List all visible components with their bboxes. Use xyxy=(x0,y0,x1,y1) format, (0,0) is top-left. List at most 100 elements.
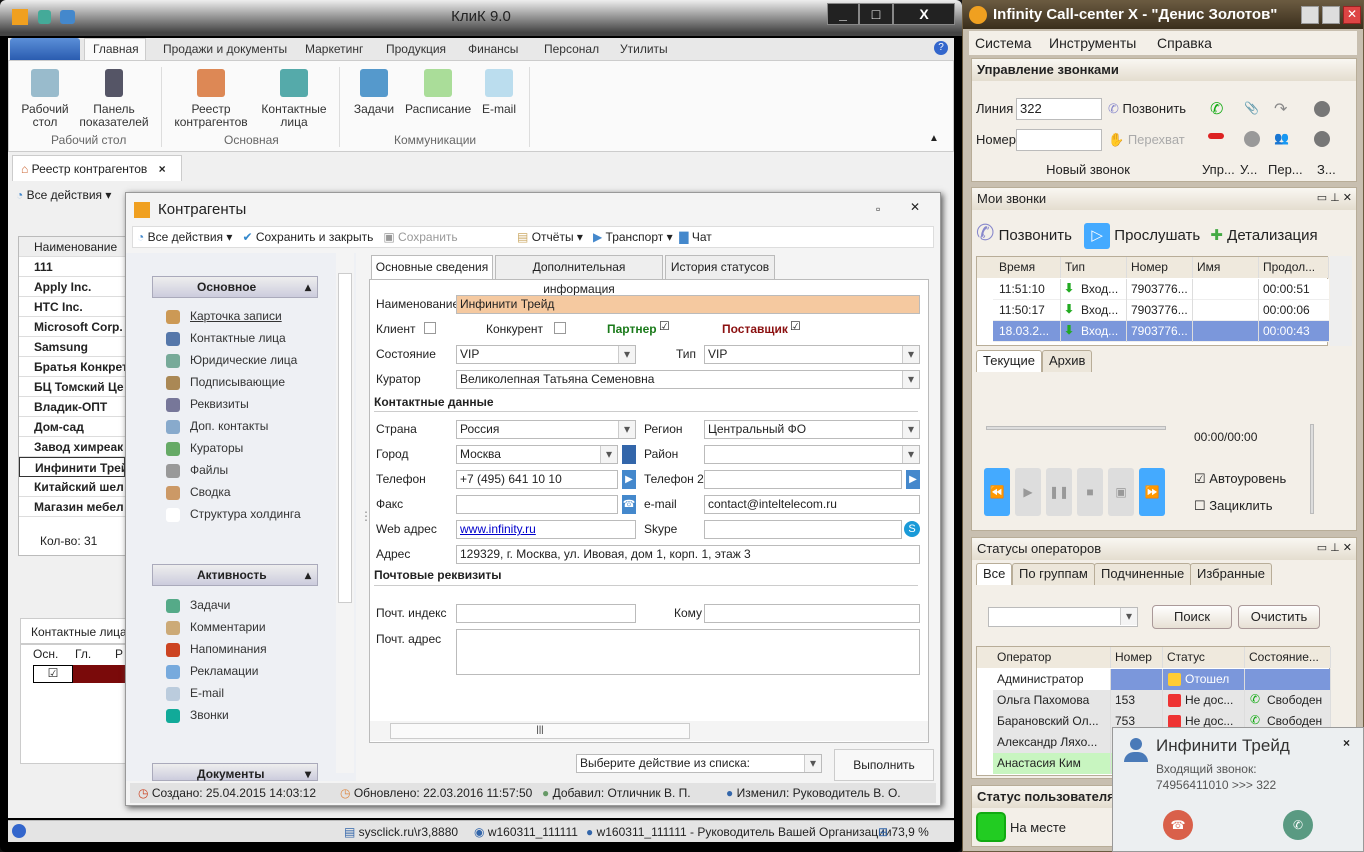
save-button[interactable]: ▣ xyxy=(1108,468,1134,516)
panel-buttons[interactable]: ▭ ⊥ ✕ xyxy=(1317,541,1352,554)
call-button[interactable]: ✆ Позвонить xyxy=(1108,101,1186,117)
chat-button[interactable]: ▇ Чат xyxy=(679,230,711,244)
main-checkbox[interactable]: ☑ xyxy=(33,665,73,683)
column-header[interactable]: Состояние... xyxy=(1245,647,1331,668)
nav-item[interactable]: Карточка записи xyxy=(190,309,282,323)
line-select[interactable]: 322 xyxy=(1016,98,1102,120)
grid-row[interactable]: Китайский шел xyxy=(19,477,125,497)
panel-buttons[interactable]: ▭ ⊥ ✕ xyxy=(1317,191,1352,204)
tab-utilities[interactable]: Утилиты xyxy=(620,42,668,56)
dial-icon[interactable]: ▶ xyxy=(622,470,636,489)
grid-row[interactable]: Apply Inc. xyxy=(19,277,125,297)
email-button[interactable]: E-mail xyxy=(479,69,519,116)
menu-tools[interactable]: Инструменты xyxy=(1049,31,1136,55)
operator-search-input[interactable] xyxy=(988,607,1138,627)
web-field[interactable]: www.infinity.ru xyxy=(456,520,636,539)
nav-item[interactable]: Рекламации xyxy=(190,664,258,678)
postal-address-field[interactable] xyxy=(456,629,920,675)
supplier-checkbox[interactable]: ☑ xyxy=(790,319,801,333)
tab-all[interactable]: Все xyxy=(976,563,1013,585)
grid-row[interactable]: БЦ Томский Це xyxy=(19,377,125,397)
restore-button[interactable]: ▫ xyxy=(876,202,880,216)
user-status-value[interactable]: На месте xyxy=(1010,820,1066,835)
tab-favorites[interactable]: Избранные xyxy=(1190,563,1272,585)
maximize-button[interactable] xyxy=(1322,6,1340,24)
loop-checkbox[interactable]: ☐ Зациклить xyxy=(1194,498,1272,514)
help-icon[interactable]: ? xyxy=(934,41,948,55)
home-tab[interactable] xyxy=(10,38,80,60)
conference-icon[interactable]: 👥 xyxy=(1274,131,1289,145)
client-checkbox[interactable] xyxy=(424,322,436,334)
save-button[interactable]: ▣ Сохранить xyxy=(383,230,457,244)
grid-row[interactable]: Дом-сад xyxy=(19,417,125,437)
pause-button[interactable]: ❚❚ xyxy=(1046,468,1072,516)
grid-row[interactable]: Microsoft Corp. xyxy=(19,317,125,337)
tab-main[interactable]: Главная xyxy=(84,38,146,60)
city-field[interactable]: Москва xyxy=(456,445,618,464)
listen-button[interactable]: ▷ Прослушать xyxy=(1084,223,1200,250)
auto-level-checkbox[interactable]: ☑ Автоуровень xyxy=(1194,471,1286,487)
tasks-button[interactable]: Задачи xyxy=(349,69,399,116)
forward-icon[interactable]: ↷ xyxy=(1274,99,1287,119)
dial-icon[interactable]: ▶ xyxy=(906,470,920,489)
curator-field[interactable]: Великолепная Татьяна Семеновна xyxy=(456,370,920,389)
tab-personnel[interactable]: Персонал xyxy=(544,42,599,56)
section-documents[interactable]: Документы ▾ xyxy=(152,763,318,781)
grid-row[interactable]: Инфинити Трейд xyxy=(19,457,125,477)
type-field[interactable]: VIP xyxy=(704,345,920,364)
zip-field[interactable] xyxy=(456,604,636,623)
tab-finance[interactable]: Финансы xyxy=(468,42,518,56)
fax-field[interactable] xyxy=(456,495,618,514)
nav-item[interactable]: Кураторы xyxy=(190,441,243,455)
region-field[interactable]: Центральный ФО xyxy=(704,420,920,439)
nav-item[interactable]: Файлы xyxy=(190,463,228,477)
hangup-icon[interactable] xyxy=(1208,133,1224,139)
transport-menu[interactable]: ▶ Транспорт ▾ xyxy=(593,230,673,244)
column-header[interactable]: Имя xyxy=(1193,257,1259,278)
nav-item[interactable]: Контактные лица xyxy=(190,331,286,345)
name-field[interactable]: Инфинити Трейд xyxy=(456,295,920,314)
collapse-ribbon-icon[interactable]: ▲ xyxy=(929,133,939,144)
state-field[interactable]: VIP xyxy=(456,345,636,364)
tab-subordinates[interactable]: Подчиненные xyxy=(1094,563,1192,585)
column-header[interactable]: Продол... xyxy=(1259,257,1331,278)
minimize-button[interactable] xyxy=(1301,6,1319,24)
menu-system[interactable]: Система xyxy=(975,31,1031,55)
details-button[interactable]: ✚ Детализация xyxy=(1210,227,1317,244)
intercept-button[interactable]: ✋ Перехват xyxy=(1108,132,1185,148)
close-tab-icon[interactable]: × xyxy=(159,162,166,176)
dashboard-button[interactable]: Панель показателей xyxy=(79,69,149,129)
nav-item[interactable]: E-mail xyxy=(190,686,224,700)
stop-button[interactable]: ■ xyxy=(1077,468,1103,516)
clip-icon[interactable]: 📎 xyxy=(1244,101,1259,115)
grid-row[interactable]: Завод химреак xyxy=(19,437,125,457)
calls-scrollbar[interactable] xyxy=(1330,256,1352,346)
nav-item[interactable]: Сводка xyxy=(190,485,231,499)
tab-marketing[interactable]: Маркетинг xyxy=(305,42,363,56)
column-header[interactable]: Номер xyxy=(1127,257,1193,278)
nav-item[interactable]: Доп. контакты xyxy=(190,419,268,433)
partner-checkbox[interactable]: ☑ xyxy=(659,319,670,333)
book-icon[interactable] xyxy=(622,445,636,464)
grid-row[interactable]: HTC Inc. xyxy=(19,297,125,317)
grid-row[interactable]: Магазин мебел xyxy=(19,497,125,517)
tab-groups[interactable]: По группам xyxy=(1012,563,1095,585)
volume-slider[interactable] xyxy=(1310,424,1314,514)
answer-icon[interactable]: ✆ xyxy=(1210,99,1223,119)
decline-button[interactable]: ☎ xyxy=(1163,810,1193,840)
tab-archive[interactable]: Архив xyxy=(1042,350,1093,372)
schedule-button[interactable]: Расписание xyxy=(405,69,471,116)
doc-tab[interactable]: ⌂ Реестр контрагентов × xyxy=(12,155,182,181)
column-header[interactable]: Номер xyxy=(1111,647,1163,668)
tab-products[interactable]: Продукция xyxy=(386,42,446,56)
email-field[interactable]: contact@inteltelecom.ru xyxy=(704,495,920,514)
fax-icon[interactable]: ☎ xyxy=(622,495,636,514)
column-header[interactable]: Статус xyxy=(1163,647,1245,668)
grid-row[interactable]: Samsung xyxy=(19,337,125,357)
district-field[interactable] xyxy=(704,445,920,464)
close-button[interactable]: ✕ xyxy=(910,200,920,214)
nav-item[interactable]: Юридические лица xyxy=(190,353,297,367)
column-header[interactable]: Время xyxy=(995,257,1061,278)
minimize-button[interactable]: _ xyxy=(827,3,859,25)
column-header[interactable]: Оператор xyxy=(993,647,1111,668)
